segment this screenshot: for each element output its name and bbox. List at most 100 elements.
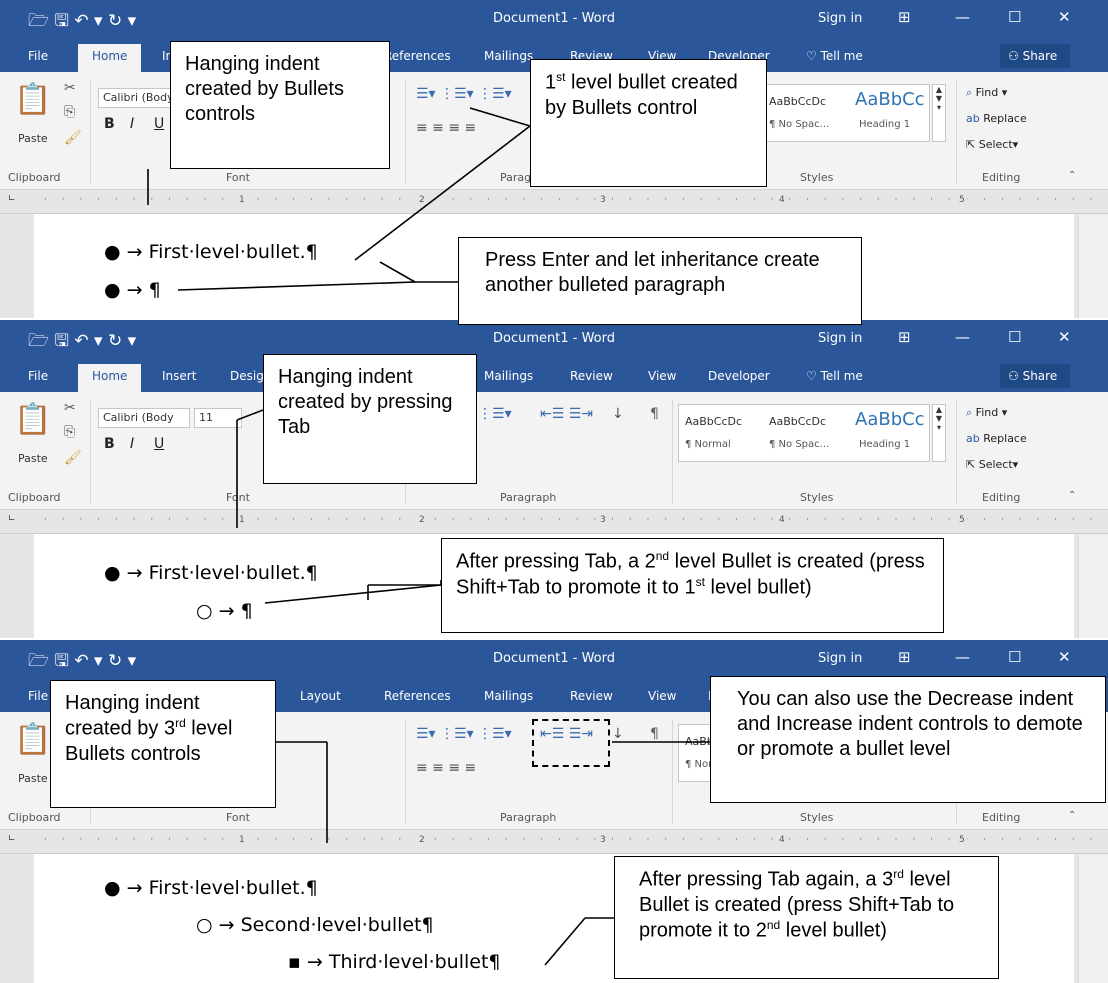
share-button[interactable]: ⚇ Share (1000, 364, 1070, 388)
copy-icon[interactable]: ⎘ (64, 424, 75, 440)
sort-icon[interactable]: ↓ (612, 406, 624, 422)
align-buttons[interactable]: ≡ ≡ ≡ ≡ (416, 760, 476, 776)
cut-icon[interactable]: ✂ (64, 400, 76, 416)
tab-references[interactable]: References (384, 689, 451, 703)
ribbon-display-icon[interactable]: ⊞ (898, 648, 911, 666)
replace-button[interactable]: ab Replace (966, 112, 1027, 125)
tab-home[interactable]: Home (78, 364, 142, 392)
tab-mailings[interactable]: Mailings (484, 689, 533, 703)
copy-icon[interactable]: ⎘ (64, 104, 75, 120)
callout-decrease-increase: You can also use the Decrease indent and… (710, 676, 1106, 803)
tab-developer[interactable]: Developer (708, 369, 770, 383)
tab-file[interactable]: File (28, 49, 48, 63)
styles-scroll[interactable]: ▲▼▾ (932, 404, 946, 462)
ruler-number: 3 (598, 835, 608, 845)
paste-button[interactable]: Paste (18, 132, 48, 145)
tab-home[interactable]: Home (78, 44, 142, 72)
ruler-number: 4 (777, 835, 787, 845)
maximize-button[interactable]: ☐ (1008, 8, 1021, 26)
cut-icon[interactable]: ✂ (64, 80, 76, 96)
bullets-button[interactable]: ☰▾ ⋮☰▾ ⋮☰▾ (416, 726, 512, 742)
minimize-button[interactable]: — (955, 8, 970, 26)
italic-button[interactable]: I (130, 116, 134, 132)
vertical-scrollbar[interactable] (1078, 854, 1108, 983)
tab-file[interactable]: File (28, 689, 48, 703)
tab-review[interactable]: Review (570, 689, 613, 703)
tab-references[interactable]: References (384, 49, 451, 63)
style-no-spacing[interactable]: AaBbCcDc (769, 95, 826, 108)
tell-me-box[interactable]: ♡ Tell me (806, 49, 863, 63)
show-marks-icon[interactable]: ¶ (650, 406, 659, 422)
sign-in-link[interactable]: Sign in (818, 651, 862, 666)
minimize-button[interactable]: — (955, 328, 970, 346)
paste-button[interactable]: Paste (18, 452, 48, 465)
paste-button[interactable]: Paste (18, 772, 48, 785)
close-button[interactable]: ✕ (1058, 648, 1071, 666)
bullets-button[interactable]: ☰▾ ⋮☰▾ ⋮☰▾ (416, 86, 512, 102)
tab-selector-icon[interactable]: ∟ (8, 834, 16, 844)
style-no-spacing[interactable]: AaBbCcDc (769, 415, 826, 428)
bullet-line-1: ● → First·level·bullet.¶ (104, 241, 318, 263)
style-heading-1[interactable]: AaBbCc (855, 409, 925, 430)
ruler[interactable]: ∟ · · · · · · · · · · · · · · · · · · · ·… (0, 830, 1108, 854)
tab-view[interactable]: View (648, 689, 676, 703)
underline-button[interactable]: U (154, 116, 164, 132)
search-icon: ⌕ (966, 406, 976, 419)
maximize-button[interactable]: ☐ (1008, 648, 1021, 666)
find-button[interactable]: ⌕ Find ▾ (966, 406, 1007, 420)
select-button[interactable]: ⇱ Select▾ (966, 138, 1018, 151)
maximize-button[interactable]: ☐ (1008, 328, 1021, 346)
tab-view[interactable]: View (648, 369, 676, 383)
tab-layout[interactable]: Layout (300, 689, 341, 703)
tab-mailings[interactable]: Mailings (484, 49, 533, 63)
collapse-ribbon-icon[interactable]: ⌃ (1068, 810, 1076, 821)
close-button[interactable]: ✕ (1058, 8, 1071, 26)
ruler[interactable]: ∟ · · · · · · · · · · · · · · · · · · · ·… (0, 510, 1108, 534)
styles-gallery[interactable]: AaBbCcDc ¶ Normal AaBbCcDc ¶ No Spac... AaBb… (678, 404, 930, 462)
bold-button[interactable]: B (104, 436, 115, 452)
share-button[interactable]: ⚇ Share (1000, 44, 1070, 68)
italic-button[interactable]: I (130, 436, 134, 452)
paste-icon[interactable]: 📋 (14, 722, 51, 757)
callout-text: level bullet) (780, 919, 887, 942)
underline-button[interactable]: U (154, 436, 164, 452)
tab-review[interactable]: Review (570, 369, 613, 383)
group-label-editing: Editing (982, 171, 1021, 184)
collapse-ribbon-icon[interactable]: ⌃ (1068, 170, 1076, 181)
styles-scroll[interactable]: ▲▼▾ (932, 84, 946, 142)
paste-icon[interactable]: 📋 (14, 82, 51, 117)
sort-icon[interactable]: ↓ (612, 726, 624, 742)
ruler[interactable]: ∟ · · · · · · · · · · · · · · · · · · · ·… (0, 190, 1108, 214)
font-name-box[interactable]: Calibri (Body (98, 408, 190, 428)
collapse-ribbon-icon[interactable]: ⌃ (1068, 490, 1076, 501)
vertical-scrollbar[interactable] (1078, 534, 1108, 638)
indent-buttons[interactable]: ⇤☰ ☰⇥ (540, 406, 593, 422)
find-button[interactable]: ⌕ Find ▾ (966, 86, 1007, 100)
close-button[interactable]: ✕ (1058, 328, 1071, 346)
tab-selector-icon[interactable]: ∟ (8, 194, 16, 204)
tab-insert[interactable]: Insert (162, 369, 196, 383)
format-painter-icon[interactable]: 🖌 (64, 130, 82, 146)
replace-button[interactable]: ab Replace (966, 432, 1027, 445)
show-marks-icon[interactable]: ¶ (650, 726, 659, 742)
select-button[interactable]: ⇱ Select▾ (966, 458, 1018, 471)
style-heading-1[interactable]: AaBbCc (855, 89, 925, 110)
minimize-button[interactable]: — (955, 648, 970, 666)
tab-file[interactable]: File (28, 369, 48, 383)
sign-in-link[interactable]: Sign in (818, 331, 862, 346)
paste-icon[interactable]: 📋 (14, 402, 51, 437)
tab-selector-icon[interactable]: ∟ (8, 514, 16, 524)
sign-in-link[interactable]: Sign in (818, 11, 862, 26)
tab-mailings[interactable]: Mailings (484, 369, 533, 383)
callout-text: Hanging indent created by pressing Tab (278, 366, 453, 439)
bold-button[interactable]: B (104, 116, 115, 132)
bullet-text: ¶ (240, 600, 253, 622)
tell-me-box[interactable]: ♡ Tell me (806, 369, 863, 383)
ribbon-display-icon[interactable]: ⊞ (898, 328, 911, 346)
style-normal[interactable]: AaBbCcDc (685, 415, 742, 428)
font-size-box[interactable]: 11 (194, 408, 242, 428)
align-buttons[interactable]: ≡ ≡ ≡ ≡ (416, 120, 476, 136)
format-painter-icon[interactable]: 🖌 (64, 450, 82, 466)
vertical-scrollbar[interactable] (1078, 214, 1108, 318)
ribbon-display-icon[interactable]: ⊞ (898, 8, 911, 26)
